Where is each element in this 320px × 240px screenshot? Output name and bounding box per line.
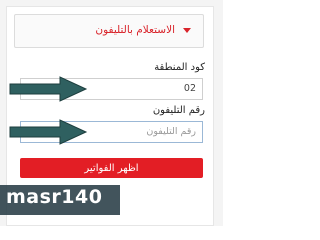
phone-inquiry-accordion[interactable]: الاستعلام بالتليفون <box>14 14 204 48</box>
show-bills-button[interactable]: اظهر الفواتير <box>20 158 203 178</box>
phone-number-placeholder: رقم التليفون <box>146 126 196 137</box>
accordion-title: الاستعلام بالتليفون <box>95 24 175 36</box>
watermark-logo: masr140 <box>6 186 103 208</box>
phone-number-label: رقم التليفون <box>152 105 205 116</box>
right-arrow-icon <box>9 119 88 145</box>
right-arrow-icon <box>9 76 88 102</box>
page-frame: الاستعلام بالتليفون كود المنطقة 02 رقم ا… <box>0 0 223 226</box>
area-code-value: 02 <box>183 83 196 94</box>
caret-down-icon <box>183 28 191 33</box>
area-code-label: كود المنطقة <box>154 62 205 73</box>
